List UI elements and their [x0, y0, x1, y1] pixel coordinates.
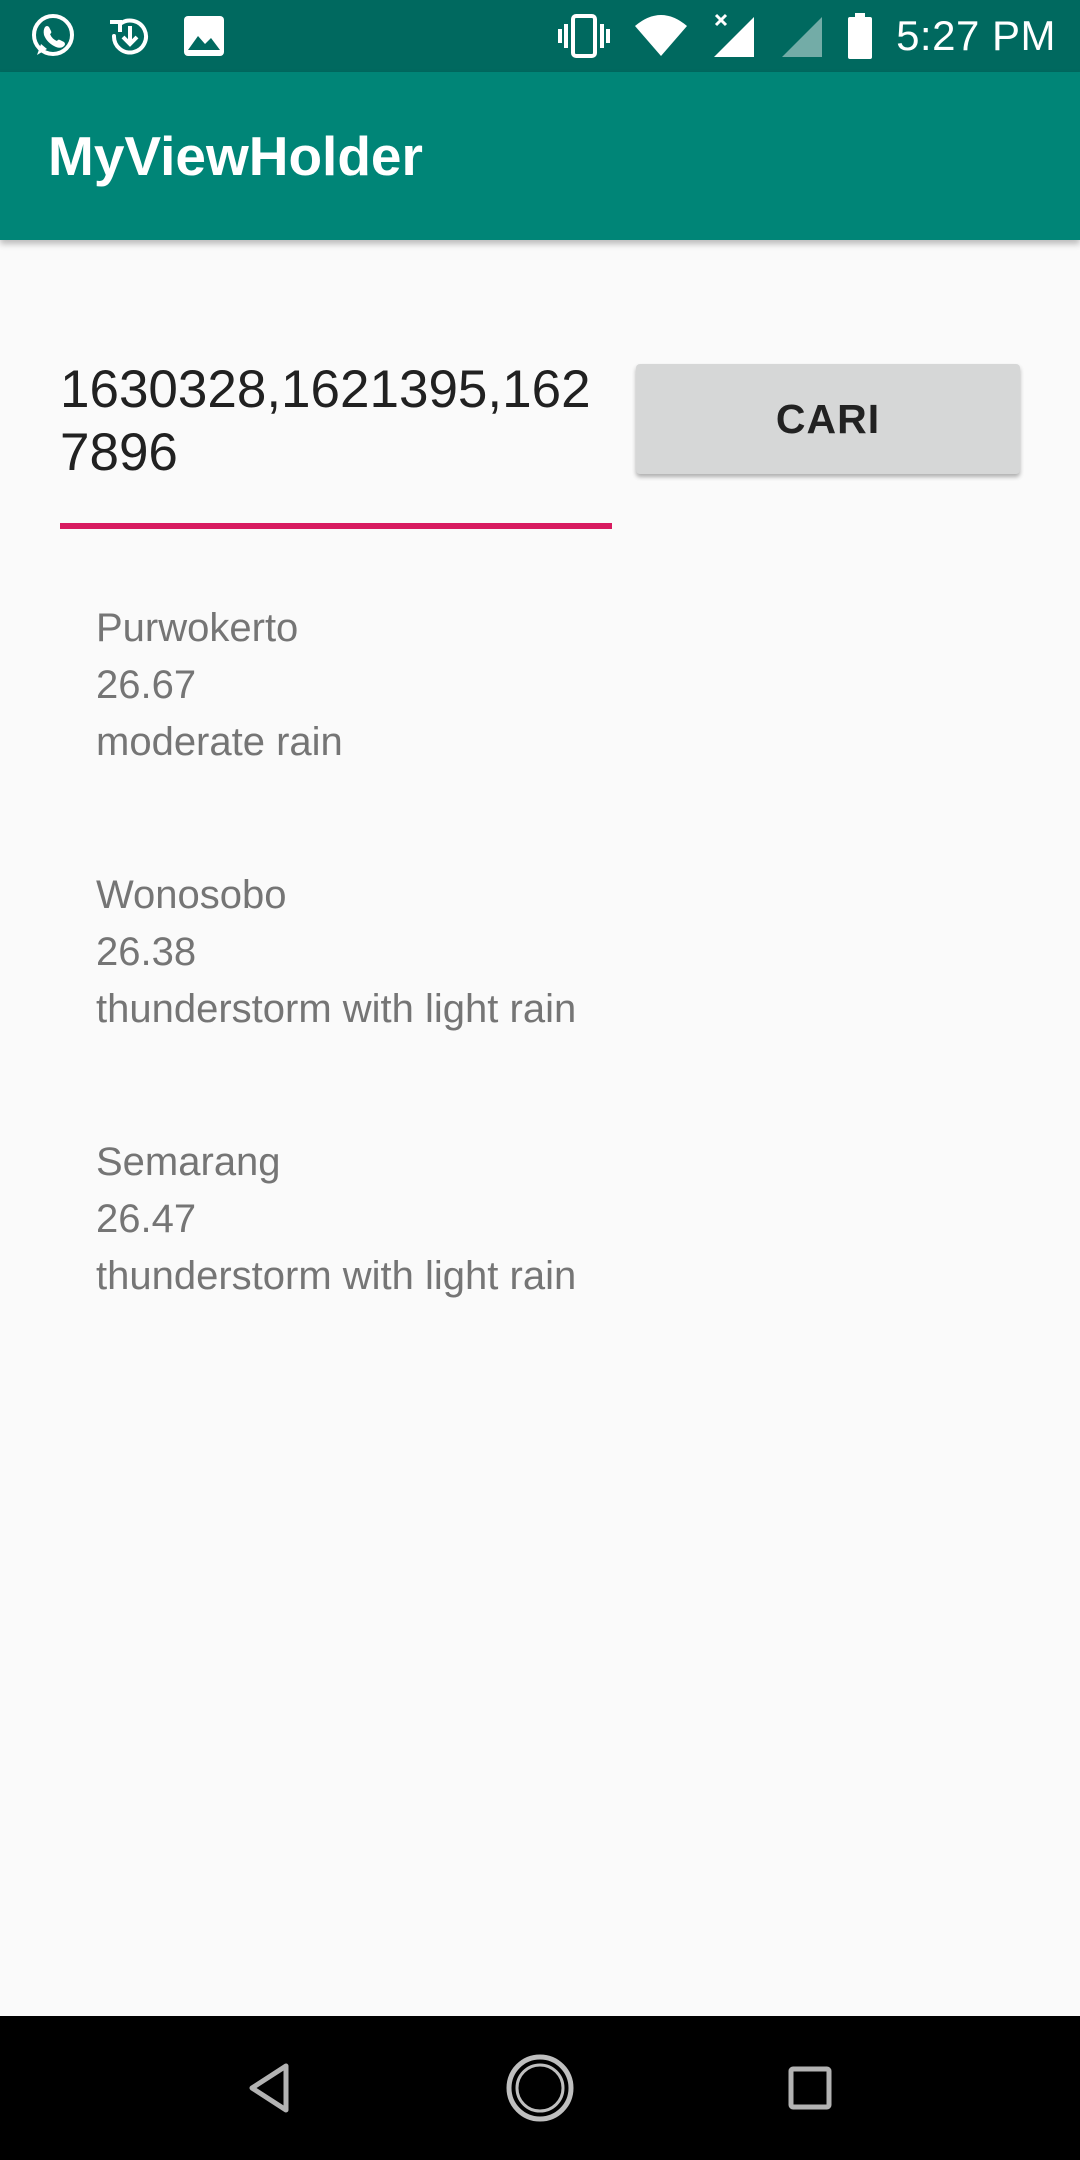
status-system: 5:27 PM	[556, 10, 1056, 62]
search-row: 1630328,1621395,1627896 CARI	[0, 240, 1080, 540]
app-title: MyViewHolder	[48, 125, 423, 187]
city-name: Semarang	[96, 1140, 281, 1184]
weather-description: thunderstorm with light rain	[96, 987, 577, 1031]
signal-icon	[710, 13, 756, 59]
input-underline	[60, 523, 612, 529]
status-bar: 5:27 PM	[0, 0, 1080, 72]
wifi-icon	[634, 14, 688, 58]
back-icon	[249, 2063, 289, 2113]
temperature: 26.67	[96, 663, 197, 707]
list-item[interactable]: Wonosobo 26.38 thunderstorm with light r…	[96, 867, 996, 1038]
navigation-bar	[0, 2016, 1080, 2160]
home-button[interactable]	[460, 2016, 620, 2160]
list-item[interactable]: Purwokerto 26.67 moderate rain	[96, 600, 996, 771]
image-icon	[182, 14, 226, 58]
status-notifications	[28, 10, 226, 62]
city-ids-input[interactable]: 1630328,1621395,1627896	[60, 358, 610, 484]
download-icon	[106, 12, 154, 60]
city-name: Wonosobo	[96, 873, 287, 917]
app-bar: MyViewHolder	[0, 72, 1080, 240]
search-button[interactable]: CARI	[636, 364, 1020, 474]
city-name: Purwokerto	[96, 606, 299, 650]
vibrate-icon	[556, 12, 612, 60]
weather-description: moderate rain	[96, 720, 343, 764]
recents-icon	[788, 2066, 832, 2110]
home-icon	[506, 2054, 574, 2122]
battery-icon	[846, 12, 874, 60]
temperature: 26.38	[96, 930, 197, 974]
temperature: 26.47	[96, 1197, 197, 1241]
weather-description: thunderstorm with light rain	[96, 1254, 577, 1298]
whatsapp-icon	[28, 11, 78, 61]
back-button[interactable]	[190, 2016, 350, 2160]
recents-button[interactable]	[730, 2016, 890, 2160]
signal-icon	[778, 13, 824, 59]
status-time: 5:27 PM	[896, 12, 1056, 59]
list-item[interactable]: Semarang 26.47 thunderstorm with light r…	[96, 1134, 996, 1305]
